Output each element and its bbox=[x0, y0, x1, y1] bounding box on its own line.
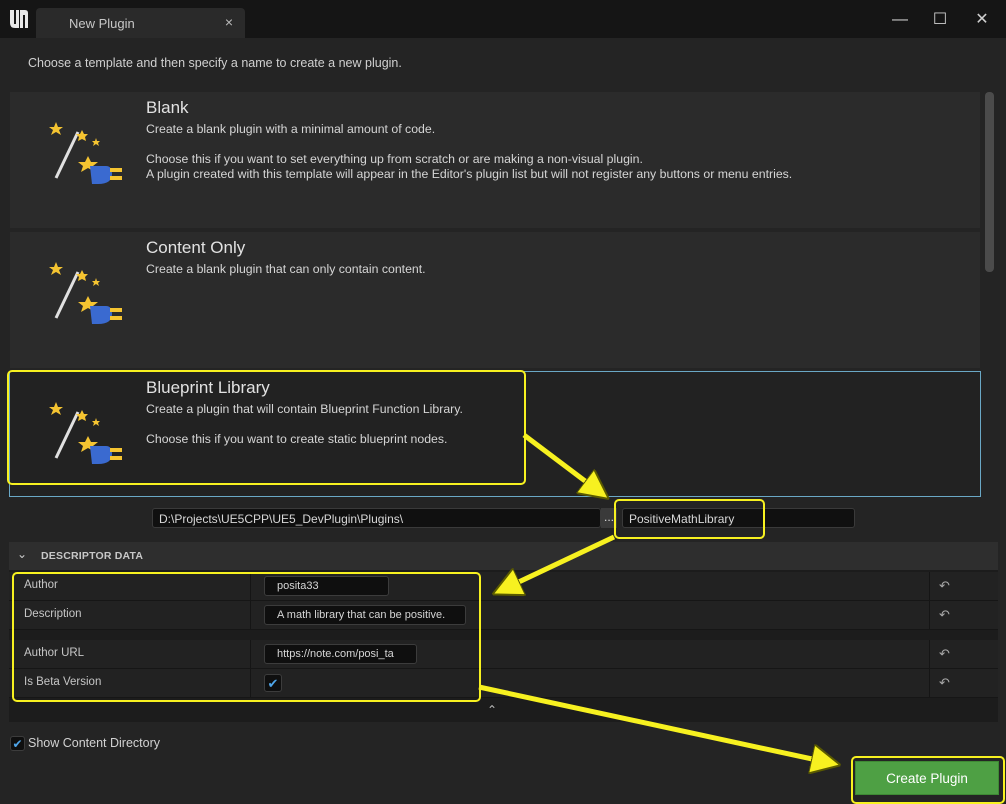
column-divider bbox=[250, 601, 251, 629]
template-content-only[interactable]: Content Only Create a blank plugin that … bbox=[10, 232, 980, 368]
is-beta-row: Is Beta Version ✔ ↶ bbox=[9, 669, 998, 698]
template-description: Create a blank plugin with a minimal amo… bbox=[146, 122, 436, 136]
author-url-field[interactable]: https://note.com/posi_ta bbox=[264, 644, 417, 664]
plugin-wand-icon bbox=[49, 122, 122, 184]
is-beta-label: Is Beta Version bbox=[24, 676, 102, 688]
reset-icon[interactable]: ↶ bbox=[939, 675, 950, 691]
descriptor-panel: ⌄ DESCRIPTOR DATA Author posita33 ↶ Desc… bbox=[9, 542, 998, 722]
browse-path-button[interactable]: ... bbox=[601, 508, 617, 528]
template-blank[interactable]: Blank Create a blank plugin with a minim… bbox=[10, 92, 980, 228]
chevron-down-icon: ⌄ bbox=[17, 547, 28, 561]
column-divider bbox=[250, 640, 251, 668]
description-label: Description bbox=[24, 608, 82, 620]
plugin-name-input[interactable]: PositiveMathLibrary bbox=[622, 508, 855, 528]
reset-icon[interactable]: ↶ bbox=[939, 578, 950, 594]
author-label: Author bbox=[24, 579, 58, 591]
plugin-tab[interactable]: New Plugin × bbox=[36, 8, 245, 38]
template-description: A plugin created with this template will… bbox=[146, 167, 793, 181]
template-list-scrollbar[interactable] bbox=[985, 92, 994, 272]
plugin-wand-icon bbox=[49, 262, 122, 324]
maximize-button[interactable]: ☐ bbox=[925, 9, 955, 31]
tab-close-icon[interactable]: × bbox=[225, 14, 233, 30]
create-plugin-button[interactable]: Create Plugin bbox=[855, 761, 999, 795]
column-divider bbox=[250, 572, 251, 600]
author-url-row: Author URL https://note.com/posi_ta ↶ bbox=[9, 640, 998, 669]
template-name: Content Only bbox=[146, 238, 246, 257]
is-beta-checkbox[interactable]: ✔ bbox=[264, 674, 282, 692]
column-divider bbox=[929, 669, 930, 697]
show-content-label: Show Content Directory bbox=[28, 736, 161, 750]
template-name: Blueprint Library bbox=[146, 378, 270, 397]
plugin-wand-icon bbox=[49, 402, 122, 464]
template-description: Create a blank plugin that can only cont… bbox=[146, 262, 426, 276]
unreal-logo-icon bbox=[10, 10, 28, 28]
descriptor-title: DESCRIPTOR DATA bbox=[41, 550, 144, 562]
column-divider bbox=[929, 572, 930, 600]
description-field[interactable]: A math library that can be positive. bbox=[264, 605, 466, 625]
column-divider bbox=[929, 601, 930, 629]
minimize-button[interactable]: — bbox=[885, 9, 915, 31]
plugin-path-input[interactable]: D:\Projects\UE5CPP\UE5_DevPlugin\Plugins… bbox=[152, 508, 601, 528]
author-url-label: Author URL bbox=[24, 647, 85, 659]
descriptor-header[interactable]: ⌄ DESCRIPTOR DATA bbox=[9, 542, 998, 570]
reset-icon[interactable]: ↶ bbox=[939, 646, 950, 662]
template-description: Choose this if you want to create static… bbox=[146, 432, 448, 446]
instructions-text: Choose a template and then specify a nam… bbox=[28, 56, 402, 70]
template-description: Choose this if you want to set everythin… bbox=[146, 152, 643, 166]
column-divider bbox=[250, 669, 251, 697]
description-row: Description A math library that can be p… bbox=[9, 601, 998, 630]
template-blueprint-library[interactable]: Blueprint Library Create a plugin that w… bbox=[9, 371, 981, 497]
author-row: Author posita33 ↶ bbox=[9, 572, 998, 601]
reset-icon[interactable]: ↶ bbox=[939, 607, 950, 623]
template-description: Create a plugin that will contain Bluepr… bbox=[146, 402, 463, 416]
tab-title: New Plugin bbox=[69, 16, 135, 31]
template-name: Blank bbox=[146, 98, 189, 117]
window-close-button[interactable]: ✕ bbox=[967, 9, 997, 31]
show-content-checkbox[interactable]: ✔ bbox=[10, 736, 25, 751]
collapse-advanced-icon[interactable]: ⌃ bbox=[487, 703, 497, 717]
column-divider bbox=[929, 640, 930, 668]
author-field[interactable]: posita33 bbox=[264, 576, 389, 596]
